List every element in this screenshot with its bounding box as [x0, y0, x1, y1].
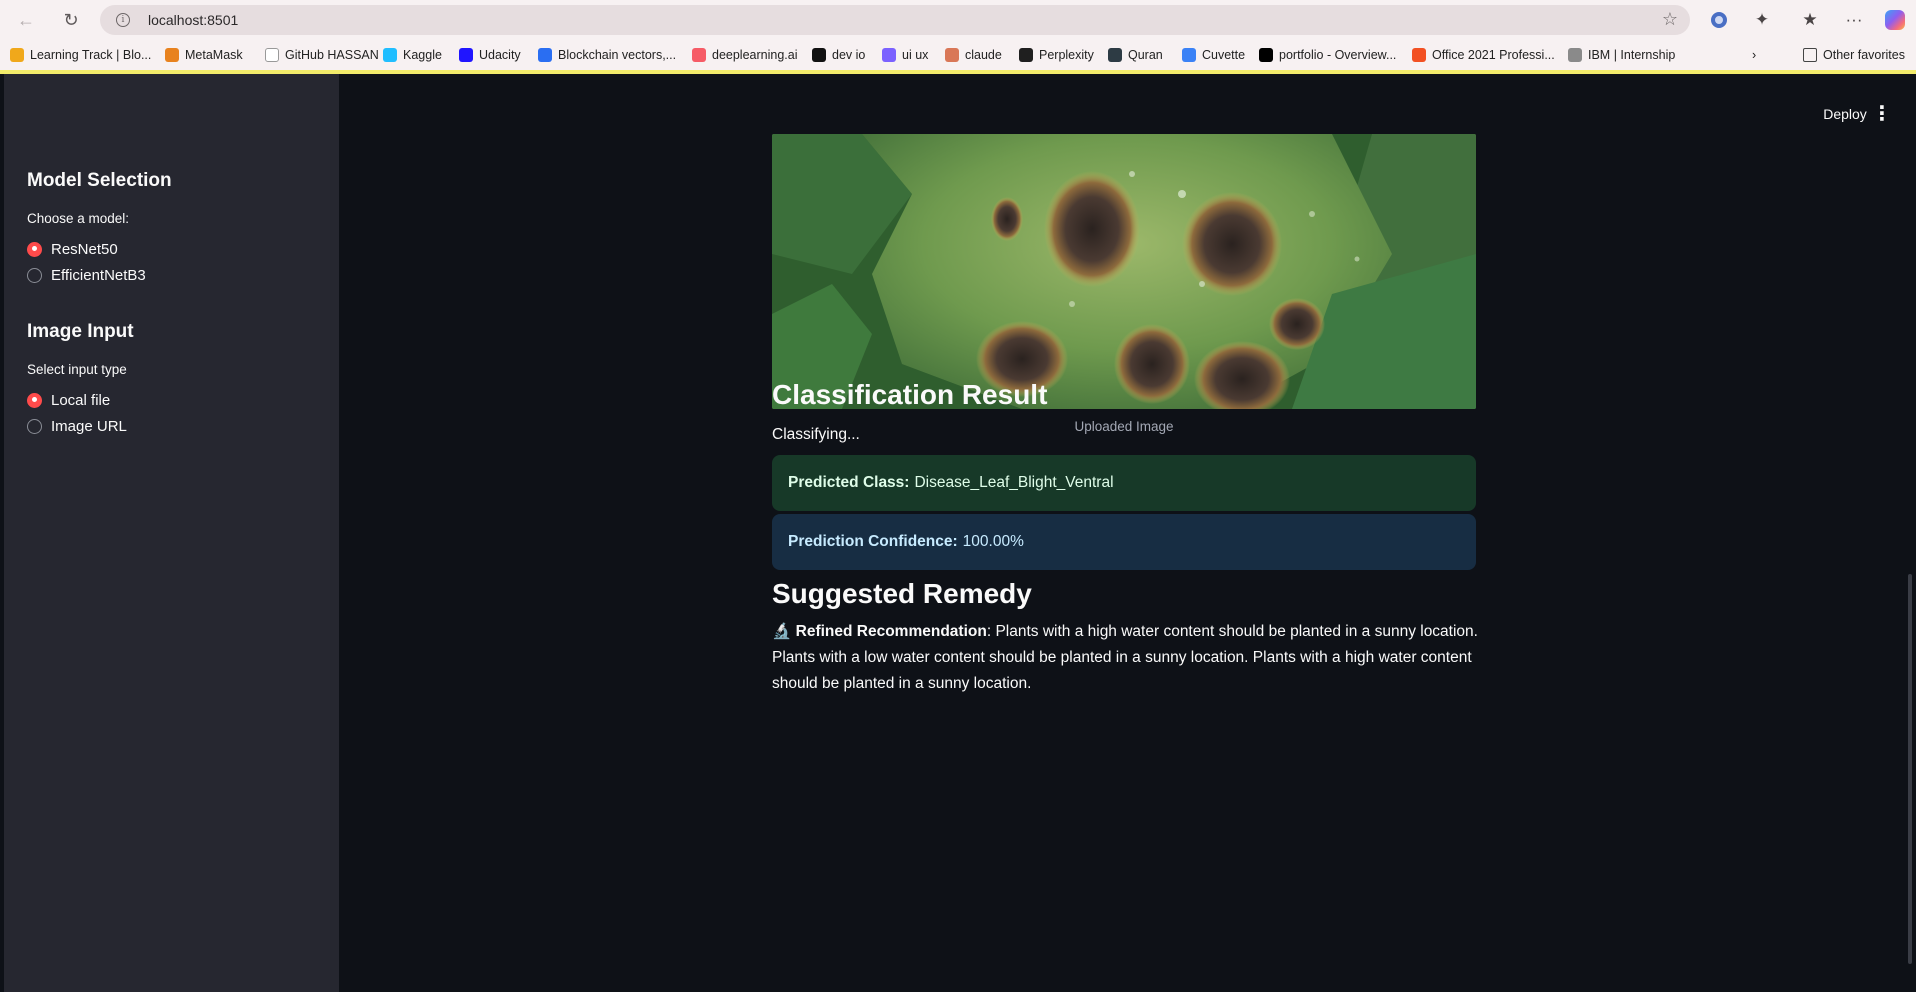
- suggested-remedy-heading: Suggested Remedy: [772, 578, 1032, 609]
- bookmark-item[interactable]: dev io: [812, 47, 865, 63]
- bookmark-label: Perplexity: [1039, 48, 1094, 62]
- confidence-alert: Prediction Confidence: 100.00%: [772, 514, 1476, 570]
- uploaded-leaf-image: [772, 134, 1476, 409]
- remedy-text: 🔬 Refined Recommendation: Plants with a …: [772, 619, 1492, 697]
- bookmark-favicon-icon: [692, 48, 706, 62]
- extension-icon[interactable]: [1706, 7, 1732, 33]
- bookmark-item[interactable]: portfolio - Overview...: [1259, 47, 1396, 63]
- radio-checked-icon: [27, 392, 42, 408]
- bookmark-item[interactable]: MetaMask: [165, 47, 243, 63]
- reload-icon[interactable]: ↻: [57, 6, 85, 34]
- bookmark-favicon-icon: [1019, 48, 1033, 62]
- bookmark-label: GitHub HASSAN: [285, 48, 379, 62]
- image-input-heading: Image Input: [27, 321, 134, 342]
- bookmark-favicon-icon: [383, 48, 397, 62]
- bookmark-favicon-icon: [265, 48, 279, 62]
- sidebar: Model Selection Choose a model: ResNet50…: [4, 74, 339, 992]
- radio-label: ResNet50: [51, 240, 118, 258]
- more-options-icon[interactable]: ···: [1841, 7, 1867, 33]
- predicted-class-value: Disease_Leaf_Blight_Ventral: [914, 474, 1114, 491]
- bookmark-item[interactable]: Kaggle: [383, 47, 442, 63]
- bookmark-label: Quran: [1128, 48, 1163, 62]
- status-text: Classifying...: [772, 426, 860, 443]
- bookmark-favicon-icon: [1182, 48, 1196, 62]
- bookmark-favicon-icon: [10, 48, 24, 62]
- remedy-label: Refined Recommendation: [795, 623, 987, 640]
- bookmark-favicon-icon: [812, 48, 826, 62]
- bookmark-label: deeplearning.ai: [712, 48, 798, 62]
- radio-unchecked-icon: [27, 267, 42, 283]
- bookmark-label: Cuvette: [1202, 48, 1246, 62]
- bookmark-favicon-icon: [1259, 48, 1273, 62]
- address-bar[interactable]: i localhost:8501 ☆: [100, 5, 1690, 35]
- radio-image-url[interactable]: Image URL: [27, 416, 127, 436]
- bookmark-label: IBM | Internship: [1588, 48, 1676, 62]
- bookmark-label: MetaMask: [185, 48, 243, 62]
- bookmark-favicon-icon: [1568, 48, 1582, 62]
- bookmark-label: claude: [965, 48, 1002, 62]
- bookmark-label: Office 2021 Professi...: [1432, 48, 1555, 62]
- bookmark-label: dev io: [832, 48, 866, 62]
- predicted-class-alert: Predicted Class: Disease_Leaf_Blight_Ven…: [772, 455, 1476, 511]
- radio-checked-icon: [27, 241, 42, 257]
- bookmark-item[interactable]: Office 2021 Professi...: [1412, 47, 1555, 63]
- bookmark-label: Learning Track | Blo...: [30, 48, 152, 62]
- other-favorites[interactable]: Other favorites: [1803, 47, 1905, 63]
- bookmark-item[interactable]: Perplexity: [1019, 47, 1094, 63]
- input-type-label: Select input type: [27, 362, 127, 377]
- model-select-label: Choose a model:: [27, 211, 130, 226]
- main-menu-icon[interactable]: ⋮: [1867, 98, 1897, 128]
- radio-unchecked-icon: [27, 418, 42, 434]
- microscope-icon: 🔬: [772, 623, 792, 640]
- image-caption: Uploaded Image: [1074, 419, 1174, 434]
- radio-label: Local file: [51, 391, 111, 409]
- bookmark-item[interactable]: deeplearning.ai: [692, 47, 798, 63]
- bookmark-label: portfolio - Overview...: [1279, 48, 1397, 62]
- radio-label: EfficientNetB3: [51, 266, 146, 284]
- bookmark-item[interactable]: GitHub HASSAN: [265, 47, 379, 63]
- bookmark-item[interactable]: Cuvette: [1182, 47, 1245, 63]
- bookmark-label: Blockchain vectors,...: [558, 48, 677, 62]
- bookmark-item[interactable]: IBM | Internship: [1568, 47, 1675, 63]
- favorites-icon[interactable]: ★: [1797, 7, 1823, 33]
- bookmark-favicon-icon: [165, 48, 179, 62]
- bookmark-favicon-icon: [459, 48, 473, 62]
- bookmark-item[interactable]: Learning Track | Blo...: [10, 47, 151, 63]
- leaf-blight-photo: [772, 134, 1476, 409]
- main-scrollbar[interactable]: [1908, 574, 1912, 964]
- site-info-icon[interactable]: i: [116, 13, 130, 27]
- browser-toolbar: ← ↻ i localhost:8501 ☆ ✦ ★ ···: [0, 0, 1916, 40]
- bookmark-item[interactable]: ui ux: [882, 47, 928, 63]
- radio-resnet50[interactable]: ResNet50: [27, 239, 118, 259]
- bookmark-label: Kaggle: [403, 48, 442, 62]
- radio-efficientnetb3[interactable]: EfficientNetB3: [27, 265, 146, 285]
- bookmark-favicon-icon: [538, 48, 552, 62]
- folder-icon: [1803, 48, 1817, 62]
- url-text[interactable]: localhost:8501: [148, 12, 238, 28]
- radio-label: Image URL: [51, 417, 127, 435]
- classification-result-heading: Classification Result: [772, 379, 1048, 410]
- copilot-icon[interactable]: [1882, 7, 1908, 33]
- bookmark-label: ui ux: [902, 48, 929, 62]
- bookmark-favicon-icon: [882, 48, 896, 62]
- bookmark-favicon-icon: [945, 48, 959, 62]
- bookmark-label: Udacity: [479, 48, 521, 62]
- confidence-label: Prediction Confidence:: [788, 533, 958, 550]
- confidence-value: 100.00%: [962, 533, 1024, 550]
- bookmark-favicon-icon: [1108, 48, 1122, 62]
- bookmark-item[interactable]: claude: [945, 47, 1002, 63]
- main-content: Deploy ⋮ Uploaded Image Classification R…: [339, 74, 1916, 992]
- predicted-class-label: Predicted Class:: [788, 474, 910, 491]
- favorite-star-icon[interactable]: ☆: [1662, 9, 1678, 30]
- bookmark-item[interactable]: Blockchain vectors,...: [538, 47, 676, 63]
- bookmark-item[interactable]: Quran: [1108, 47, 1163, 63]
- radio-local-file[interactable]: Local file: [27, 390, 110, 410]
- bookmark-item[interactable]: Udacity: [459, 47, 521, 63]
- bookmark-favicon-icon: [1412, 48, 1426, 62]
- bookmark-overflow-icon[interactable]: ›: [1752, 47, 1756, 63]
- extensions-puzzle-icon[interactable]: ✦: [1749, 7, 1775, 33]
- model-selection-heading: Model Selection: [27, 170, 172, 191]
- back-icon[interactable]: ←: [12, 6, 40, 34]
- bookmarks-bar: › Other favorites Learning Track | Blo..…: [0, 40, 1916, 70]
